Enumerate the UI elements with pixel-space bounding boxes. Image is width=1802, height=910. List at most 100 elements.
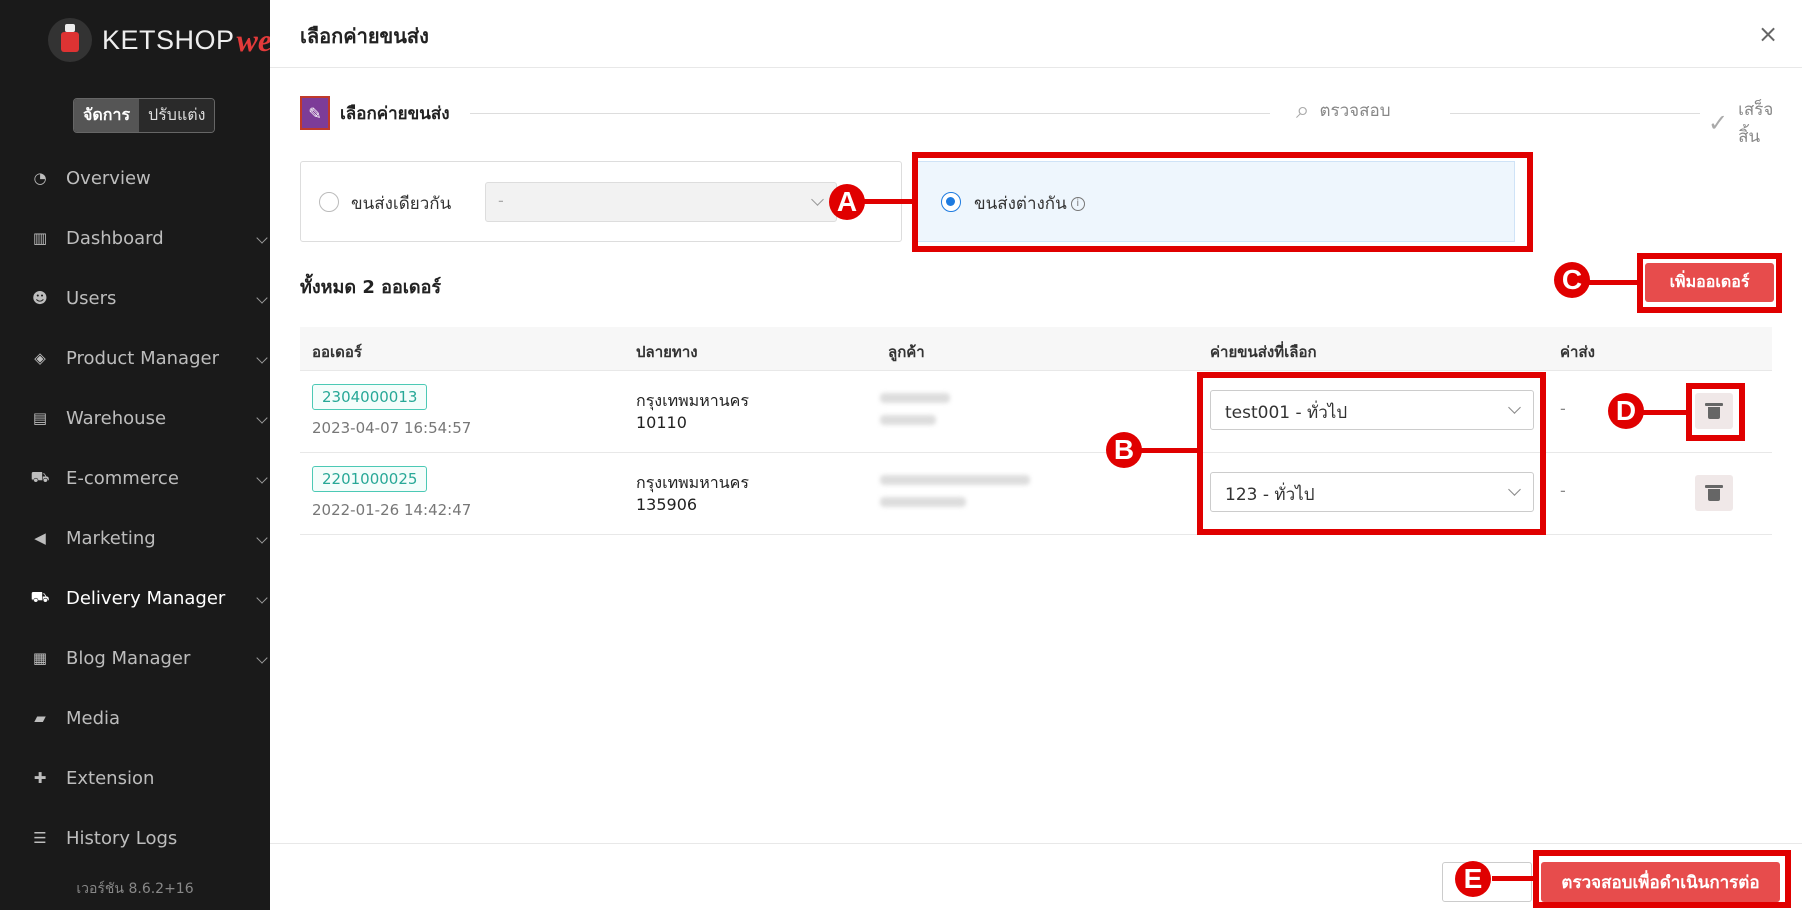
callout-b: B [1106, 432, 1142, 468]
order-id-badge[interactable]: 2201000025 [312, 466, 428, 492]
trash-icon [1705, 485, 1723, 501]
sidebar-item-marketing[interactable]: ◀ Marketing [0, 508, 270, 568]
mode-customize-button[interactable]: ปรับแต่ง [139, 99, 215, 132]
shipping-fee: - [1560, 481, 1566, 500]
sidebar-item-label: Users [66, 287, 117, 309]
bar-chart-icon: ▥ [32, 229, 48, 247]
order-id-badge[interactable]: 2304000013 [312, 384, 428, 410]
delete-order-button[interactable] [1695, 475, 1733, 511]
radio-same-carrier[interactable] [319, 192, 339, 212]
callout-a: A [829, 184, 865, 220]
option-same-label: ขนส่งเดียวกัน [351, 194, 452, 214]
sidebar-item-label: Blog Manager [66, 647, 191, 669]
col-header-order: ออเดอร์ [312, 343, 362, 361]
modal-header: เลือกค่ายขนส่ง × [270, 0, 1802, 68]
carrier-select[interactable]: 123 - ทั่วไป [1210, 472, 1534, 512]
chevron-down-icon [256, 472, 268, 484]
tag-icon: ◈ [34, 349, 46, 367]
mode-manage-button[interactable]: จัดการ [74, 99, 140, 132]
chevron-down-icon [1508, 401, 1521, 414]
chevron-down-icon [811, 193, 824, 206]
select-value: - [498, 191, 504, 210]
chevron-down-icon [256, 232, 268, 244]
newspaper-icon: ▦ [32, 649, 48, 667]
destination-zip: 10110 [636, 413, 687, 432]
sidebar-item-warehouse[interactable]: ▤ Warehouse [0, 388, 270, 448]
chevron-down-icon [256, 592, 268, 604]
edit-icon: ✎ [300, 96, 330, 130]
modal-footer: กลับ ตรวจสอบเพื่อดำเนินการต่อ [270, 843, 1802, 910]
cart-icon: ⛟ [30, 468, 50, 486]
warehouse-icon: ▤ [32, 409, 48, 427]
table-header: ออเดอร์ ปลายทาง ลูกค้า ค่ายขนส่งที่เลือก… [300, 327, 1772, 371]
radio-different-carrier[interactable] [941, 192, 961, 212]
step-label: เลือกค่ายขนส่ง [340, 103, 450, 124]
chevron-down-icon [1508, 483, 1521, 496]
chevron-down-icon [256, 352, 268, 364]
search-icon: ⌕ [1296, 96, 1310, 124]
col-header-customer: ลูกค้า [888, 343, 925, 361]
table-row: 2201000025 2022-01-26 14:42:47 กรุงเทพมห… [300, 453, 1772, 535]
sidebar-item-product-manager[interactable]: ◈ Product Manager [0, 328, 270, 388]
carrier-select[interactable]: test001 - ทั่วไป [1210, 390, 1534, 430]
option-different-carrier[interactable]: ขนส่งต่างกัน i [915, 161, 1515, 242]
table-row: 2304000013 2023-04-07 16:54:57 กรุงเทพมห… [300, 371, 1772, 453]
sidebar-item-overview[interactable]: ◔ Overview [0, 148, 270, 208]
carrier-select-value: test001 - ทั่วไป [1225, 403, 1348, 423]
sidebar-item-label: Extension [66, 767, 155, 789]
sidebar-item-media[interactable]: ▰ Media [0, 688, 270, 748]
users-icon: ☻ [32, 289, 48, 307]
sidebar-item-label: Overview [66, 167, 151, 189]
option-same-carrier[interactable]: ขนส่งเดียวกัน - [300, 161, 902, 242]
chevron-down-icon [256, 412, 268, 424]
option-diff-label: ขนส่งต่างกัน [974, 194, 1067, 214]
callout-line-d [1642, 410, 1688, 415]
callout-line-a [862, 199, 914, 204]
sidebar-item-label: Media [66, 707, 121, 729]
sidebar: KETSHOP web จัดการ ปรับแต่ง ◔ Overview ▥ D… [0, 0, 288, 910]
sidebar-item-users[interactable]: ☻ Users [0, 268, 270, 328]
callout-c: C [1554, 262, 1590, 298]
chevron-down-icon [256, 532, 268, 544]
close-icon[interactable]: × [1756, 22, 1780, 46]
sidebar-item-label: History Logs [66, 827, 178, 849]
option-diff-label-wrap: ขนส่งต่างกัน i [974, 190, 1085, 217]
sidebar-item-dashboard[interactable]: ▥ Dashboard [0, 208, 270, 268]
sidebar-item-label: Warehouse [66, 407, 167, 429]
destination-city: กรุงเทพมหานคร [636, 391, 749, 410]
callout-e: E [1455, 861, 1491, 897]
chevron-down-icon [256, 292, 268, 304]
sidebar-item-blog-manager[interactable]: ▦ Blog Manager [0, 628, 270, 688]
sidebar-nav: ◔ Overview ▥ Dashboard ☻ Users ◈ Product Man… [0, 148, 270, 868]
modal-title: เลือกค่ายขนส่ง [300, 24, 429, 48]
check-icon: ✓ [1708, 109, 1729, 137]
info-icon[interactable]: i [1070, 197, 1085, 211]
sidebar-item-label: Dashboard [66, 227, 164, 249]
list-icon: ☰ [33, 829, 47, 847]
puzzle-icon: ✚ [33, 769, 47, 787]
step-label: ตรวจสอบ [1319, 100, 1391, 121]
stepper: ✎ เลือกค่ายขนส่ง ⌕ ตรวจสอบ ✓ เสร็จสิ้น [300, 96, 1774, 150]
add-order-button[interactable]: เพิ่มออเดอร์ [1645, 263, 1774, 302]
sidebar-item-extension[interactable]: ✚ Extension [0, 748, 270, 808]
confirm-continue-button[interactable]: ตรวจสอบเพื่อดำเนินการต่อ [1541, 862, 1780, 902]
step-review: ⌕ ตรวจสอบ [1290, 96, 1397, 124]
orders-table: ออเดอร์ ปลายทาง ลูกค้า ค่ายขนส่งที่เลือก… [300, 327, 1772, 535]
col-header-destination: ปลายทาง [636, 343, 698, 361]
callout-d: D [1608, 393, 1644, 429]
customer-name-blurred [880, 393, 950, 403]
sidebar-item-label: Product Manager [66, 347, 219, 369]
mode-toggle: จัดการ ปรับแต่ง [73, 98, 216, 133]
sidebar-item-delivery-manager[interactable]: ⛟ Delivery Manager [0, 568, 270, 628]
version-text: เวอร์ชัน 8.6.2+16 [76, 881, 194, 897]
logo[interactable]: KETSHOP web [48, 18, 288, 62]
carrier-select-value: 123 - ทั่วไป [1225, 485, 1315, 505]
sidebar-item-label: E-commerce [66, 467, 179, 489]
select-carrier-modal: เลือกค่ายขนส่ง × ✎ เลือกค่ายขนส่ง ⌕ ตรวจ… [270, 0, 1802, 910]
step-done: ✓ เสร็จสิ้น [1700, 96, 1774, 150]
delete-order-button[interactable] [1695, 393, 1733, 429]
customer-phone-blurred [880, 415, 936, 425]
sidebar-item-ecommerce[interactable]: ⛟ E-commerce [0, 448, 270, 508]
sidebar-item-history-logs[interactable]: ☰ History Logs [0, 808, 270, 868]
col-header-carrier: ค่ายขนส่งที่เลือก [1210, 343, 1317, 361]
